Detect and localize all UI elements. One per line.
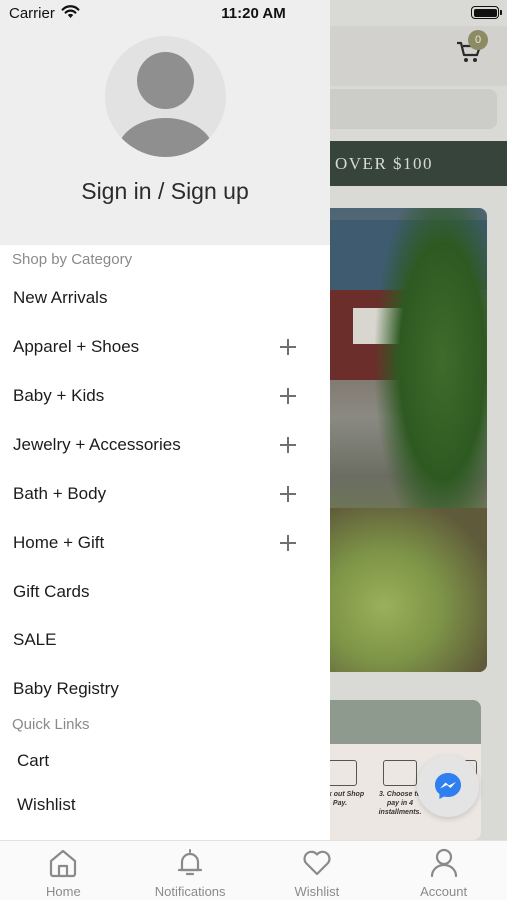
promo-banner: OVER $100 (315, 141, 507, 186)
expand-plus-icon[interactable] (280, 486, 296, 502)
category-label: New Arrivals (13, 288, 108, 307)
profile-header[interactable]: Sign in / Sign up (0, 0, 330, 245)
category-label: Bath + Body (13, 484, 107, 503)
category-home-gift[interactable]: Home + Gift (0, 523, 330, 563)
tab-label: Home (46, 884, 81, 899)
tab-label: Notifications (154, 884, 226, 899)
quick-link-label: Wishlist (17, 795, 76, 814)
category-label: Gift Cards (13, 582, 90, 601)
quick-links-heading: Quick Links (12, 716, 90, 733)
category-label: Home + Gift (13, 533, 105, 552)
heart-icon (303, 850, 331, 876)
category-label: SALE (13, 630, 57, 649)
tab-wishlist[interactable]: Wishlist (254, 841, 381, 900)
shop-by-category-heading: Shop by Category (12, 251, 133, 268)
category-label: Baby Registry (13, 679, 119, 698)
avatar-icon[interactable] (105, 36, 226, 157)
category-baby-registry[interactable]: Baby Registry (0, 669, 330, 709)
category-sale[interactable]: SALE (0, 620, 330, 660)
storefront-photo (315, 208, 487, 672)
tab-notifications[interactable]: Notifications (127, 841, 254, 900)
status-bar: Carrier 11:20 AM (0, 0, 507, 26)
quick-link-cart[interactable]: Cart (0, 743, 330, 779)
side-drawer: Sign in / Sign up Shop by Category New A… (0, 0, 330, 840)
category-label: Baby + Kids (13, 386, 105, 405)
messenger-icon (435, 773, 461, 799)
home-icon (50, 849, 77, 878)
bell-icon (178, 849, 203, 876)
category-bath-body[interactable]: Bath + Body (0, 474, 330, 514)
quick-link-label: Cart (17, 751, 50, 770)
tab-label: Wishlist (294, 884, 340, 899)
tab-home[interactable]: Home (0, 841, 127, 900)
category-jewelry-accessories[interactable]: Jewelry + Accessories (0, 425, 330, 465)
expand-plus-icon[interactable] (280, 437, 296, 453)
category-label: Jewelry + Accessories (13, 435, 181, 454)
search-bar[interactable] (315, 89, 497, 129)
category-gift-cards[interactable]: Gift Cards (0, 572, 330, 612)
status-time: 11:20 AM (221, 5, 286, 22)
expand-plus-icon[interactable] (280, 388, 296, 404)
category-new-arrivals[interactable]: New Arrivals (0, 278, 330, 318)
battery-icon (471, 6, 502, 19)
messenger-button[interactable] (417, 755, 479, 817)
expand-plus-icon[interactable] (280, 535, 296, 551)
bottom-tab-bar: Home Notifications Wishlist Account (0, 840, 507, 900)
tab-account[interactable]: Account (380, 841, 507, 900)
cart-count-badge: 0 (468, 30, 488, 50)
category-baby-kids[interactable]: Baby + Kids (0, 376, 330, 416)
category-label: Apparel + Shoes (13, 337, 140, 356)
tab-label: Account (420, 884, 468, 899)
installments-icon (383, 760, 417, 786)
category-apparel-shoes[interactable]: Apparel + Shoes (0, 327, 330, 367)
person-icon (430, 848, 457, 878)
expand-plus-icon[interactable] (280, 339, 296, 355)
sign-in-link[interactable]: Sign in / Sign up (0, 178, 330, 205)
quick-link-wishlist[interactable]: Wishlist (0, 787, 330, 823)
